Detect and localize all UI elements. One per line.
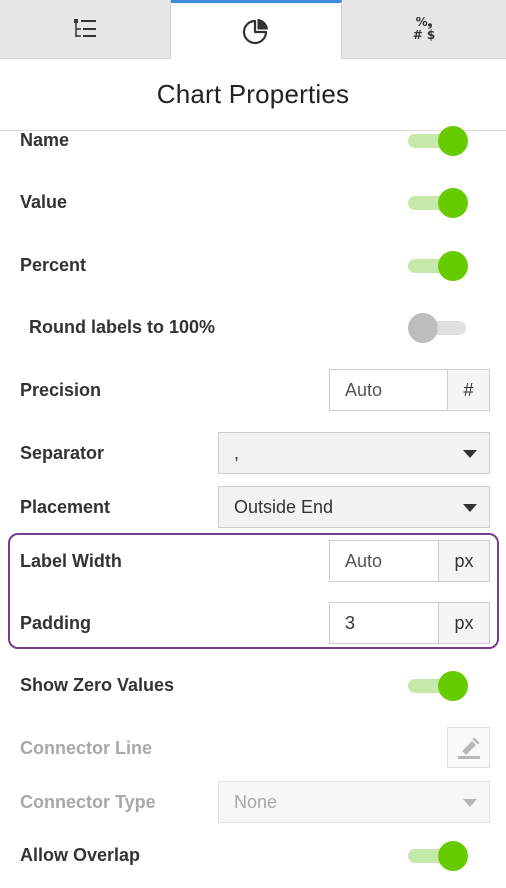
setting-precision: Precision Auto # — [0, 369, 506, 411]
pie-chart-icon — [242, 19, 268, 45]
value-toggle[interactable] — [408, 188, 470, 218]
padding-label: Padding — [20, 613, 91, 633]
precision-label: Precision — [20, 380, 102, 400]
paint-bucket-icon — [457, 737, 480, 759]
setting-percent: Percent — [0, 251, 506, 281]
allow-overlap-label: Allow Overlap — [20, 845, 141, 865]
label-width-label: Label Width — [20, 551, 122, 571]
precision-input[interactable]: Auto — [330, 370, 448, 410]
panel-header: Chart Properties — [0, 59, 506, 131]
connector-type-selected-value: None — [234, 791, 278, 812]
placement-label: Placement — [20, 497, 111, 517]
label-width-input-group: Auto px — [329, 540, 490, 582]
chevron-down-icon — [463, 504, 477, 512]
placement-select[interactable]: Outside End — [218, 486, 490, 528]
name-toggle[interactable] — [408, 126, 470, 156]
precision-input-group: Auto # — [329, 369, 490, 411]
separator-select[interactable]: , — [218, 432, 490, 474]
round-labels-toggle[interactable] — [408, 313, 470, 343]
chevron-down-icon — [463, 799, 477, 807]
setting-round-labels: Round labels to 100% — [0, 313, 506, 343]
percent-toggle[interactable] — [408, 251, 470, 281]
padding-input-group: 3 px — [329, 602, 490, 644]
placement-selected-value: Outside End — [234, 496, 334, 517]
percent-label: Percent — [20, 255, 87, 275]
connector-color-button[interactable] — [447, 727, 490, 768]
setting-allow-overlap: Allow Overlap — [0, 841, 506, 871]
label-width-input[interactable]: Auto — [330, 541, 439, 581]
round-labels-label: Round labels to 100% — [29, 317, 216, 337]
chevron-down-icon — [463, 450, 477, 458]
tab-chart-properties[interactable] — [171, 0, 342, 59]
tab-bar: %❟ # $ — [0, 0, 506, 59]
setting-connector-type: Connector Type None — [0, 781, 506, 823]
tab-number-format[interactable]: %❟ # $ — [342, 0, 506, 58]
tab-series-list[interactable] — [0, 0, 171, 58]
show-zero-toggle[interactable] — [408, 671, 470, 701]
value-label: Value — [20, 192, 68, 212]
list-tree-icon — [74, 19, 96, 37]
setting-label-width: Label Width Auto px — [0, 540, 506, 582]
connector-type-label: Connector Type — [20, 792, 156, 812]
connector-line-label: Connector Line — [20, 738, 153, 758]
setting-connector-line: Connector Line — [0, 727, 506, 769]
setting-placement: Placement Outside End — [0, 486, 506, 528]
separator-label: Separator — [20, 443, 105, 463]
separator-selected-value: , — [234, 442, 240, 463]
setting-show-zero: Show Zero Values — [0, 671, 506, 701]
precision-format-button[interactable]: # — [448, 370, 489, 410]
allow-overlap-toggle[interactable] — [408, 841, 470, 871]
name-label: Name — [20, 130, 70, 150]
connector-type-select[interactable]: None — [218, 781, 490, 823]
setting-name: Name — [0, 126, 506, 156]
setting-separator: Separator , — [0, 432, 506, 474]
show-zero-label: Show Zero Values — [20, 675, 175, 695]
panel-title: Chart Properties — [156, 79, 350, 109]
label-width-unit: px — [439, 541, 489, 581]
number-format-icon: %❟ # $ — [412, 15, 436, 42]
padding-input[interactable]: 3 — [330, 603, 439, 643]
padding-unit: px — [439, 603, 489, 643]
setting-value: Value — [0, 188, 506, 218]
setting-padding: Padding 3 px — [0, 602, 506, 644]
